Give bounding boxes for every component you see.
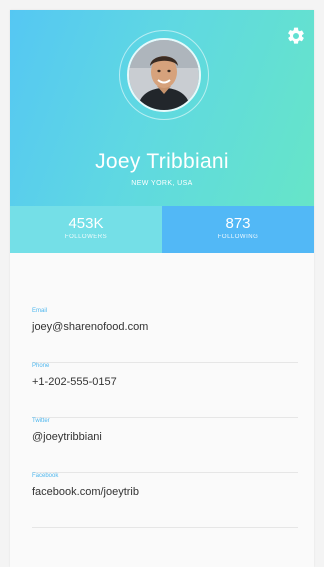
stats-bar: 453K FOLLOWERS 873 FOLLOWING <box>10 206 314 253</box>
detail-twitter: Twitter @joeytribbiani <box>32 418 298 473</box>
email-label: Email <box>32 308 48 314</box>
following-stat[interactable]: 873 FOLLOWING <box>162 206 314 253</box>
avatar <box>127 38 201 112</box>
profile-name: Joey Tribbiani <box>95 150 229 173</box>
profile-screen: Joey Tribbiani NEW YORK, USA 453K FOLLOW… <box>0 0 324 567</box>
phone-value[interactable]: +1-202-555-0157 <box>32 376 117 388</box>
profile-location: NEW YORK, USA <box>131 180 193 187</box>
following-label: FOLLOWING <box>217 234 259 240</box>
facebook-value[interactable]: facebook.com/joeytrib <box>32 486 139 498</box>
followers-stat[interactable]: 453K FOLLOWERS <box>10 206 162 253</box>
email-value[interactable]: joey@sharenofood.com <box>32 321 148 333</box>
profile-card: Joey Tribbiani NEW YORK, USA 453K FOLLOW… <box>10 10 314 567</box>
detail-facebook: Facebook facebook.com/joeytrib <box>32 473 298 528</box>
gear-icon[interactable] <box>286 26 306 46</box>
followers-count: 453K <box>68 215 104 232</box>
facebook-label: Facebook <box>32 473 59 479</box>
profile-header: Joey Tribbiani NEW YORK, USA <box>10 10 314 206</box>
contact-details: Email joey@sharenofood.com Phone +1-202-… <box>32 308 298 528</box>
followers-label: FOLLOWERS <box>64 234 108 240</box>
phone-label: Phone <box>32 363 50 369</box>
twitter-label: Twitter <box>32 418 50 424</box>
twitter-value[interactable]: @joeytribbiani <box>32 431 102 443</box>
following-count: 873 <box>225 215 251 232</box>
detail-email: Email joey@sharenofood.com <box>32 308 298 363</box>
detail-phone: Phone +1-202-555-0157 <box>32 363 298 418</box>
